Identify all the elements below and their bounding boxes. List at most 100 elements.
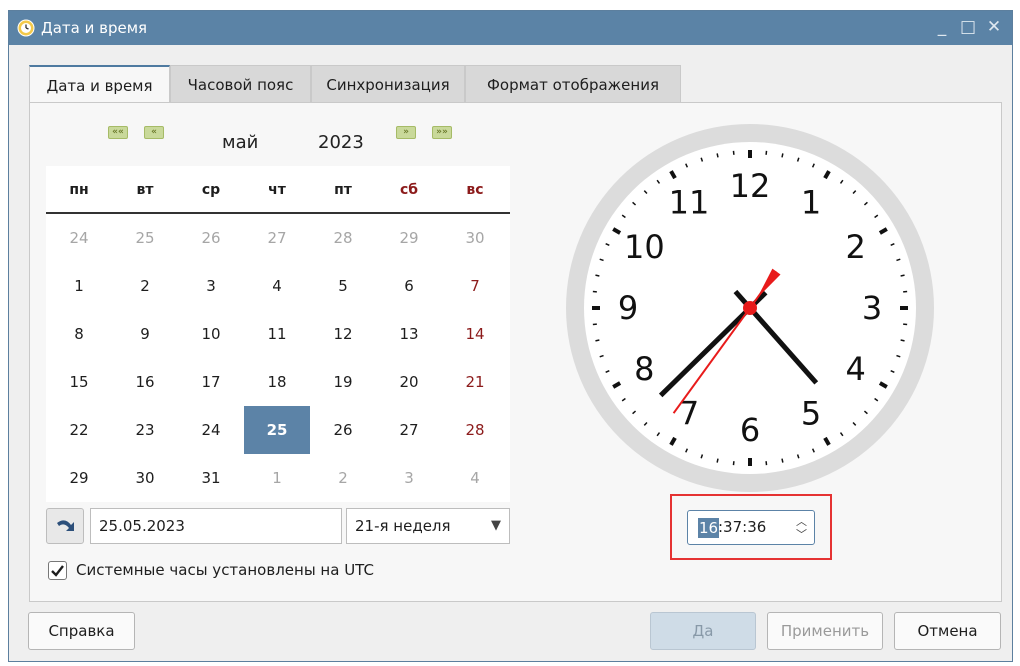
calendar-day[interactable]: 12 xyxy=(310,310,376,358)
titlebar[interactable]: Дата и время _ □ ✕ xyxy=(9,11,1012,45)
calendar-day[interactable]: 25 xyxy=(244,406,310,454)
weekday-label: вс xyxy=(466,182,484,198)
calendar-day[interactable]: 24 xyxy=(178,406,244,454)
minute-tick xyxy=(900,274,905,277)
checkmark-icon xyxy=(51,565,64,577)
calendar-day[interactable]: 30 xyxy=(112,454,178,502)
clock-number: 11 xyxy=(669,183,710,221)
utc-checkbox-label[interactable]: Системные часы установлены на UTC xyxy=(76,561,374,579)
clock-number: 6 xyxy=(740,411,760,449)
clock-number: 12 xyxy=(730,167,771,205)
clock-app-icon xyxy=(17,19,35,37)
clock-number: 5 xyxy=(801,395,821,433)
calendar-day[interactable]: 29 xyxy=(376,214,442,262)
clock-number: 8 xyxy=(634,350,654,388)
calendar-day[interactable]: 28 xyxy=(442,406,508,454)
calendar-day[interactable]: 30 xyxy=(442,214,508,262)
spin-down-icon[interactable]: ﹀ xyxy=(796,518,807,551)
calendar-day[interactable]: 31 xyxy=(178,454,244,502)
calendar-day[interactable]: 16 xyxy=(112,358,178,406)
calendar-day[interactable]: 3 xyxy=(376,454,442,502)
help-button[interactable]: Справка xyxy=(28,612,135,650)
time-spinbox[interactable]: 16 :37:36 ︿ ﹀ xyxy=(687,510,815,545)
week-select-value: 21-я неделя xyxy=(355,517,451,535)
window-title: Дата и время xyxy=(41,19,148,37)
weekday-header: пн вт ср чт пт сб вс xyxy=(46,166,510,214)
tab-display-format[interactable]: Формат отображения xyxy=(465,65,681,103)
apply-button[interactable]: Применить xyxy=(767,612,883,650)
prev-year-button[interactable]: «« xyxy=(108,126,128,139)
cancel-button[interactable]: Отмена xyxy=(894,612,1001,650)
calendar-day[interactable]: 4 xyxy=(244,262,310,310)
calendar-day[interactable]: 10 xyxy=(178,310,244,358)
calendar-day[interactable]: 1 xyxy=(244,454,310,502)
calendar-day[interactable]: 9 xyxy=(112,310,178,358)
weekday-label: ср xyxy=(201,182,221,198)
clock-center-pin xyxy=(743,301,757,315)
minimize-button[interactable]: _ xyxy=(931,17,953,37)
calendar-day[interactable]: 4 xyxy=(442,454,508,502)
calendar-day[interactable]: 22 xyxy=(46,406,112,454)
clock-number: 4 xyxy=(845,350,865,388)
calendar-day[interactable]: 5 xyxy=(310,262,376,310)
calendar-day[interactable]: 17 xyxy=(178,358,244,406)
chevron-down-icon: ▼ xyxy=(491,518,501,533)
calendar-day[interactable]: 20 xyxy=(376,358,442,406)
weekday-label: пн xyxy=(69,182,89,198)
weekday-label: сб xyxy=(399,182,419,198)
weekday-label: пт xyxy=(334,182,352,198)
prev-month-button[interactable]: « xyxy=(144,126,164,139)
calendar-day[interactable]: 1 xyxy=(46,262,112,310)
calendar-day[interactable]: 13 xyxy=(376,310,442,358)
tab-timezone[interactable]: Часовой пояс xyxy=(170,65,311,103)
calendar-day[interactable]: 8 xyxy=(46,310,112,358)
calendar-day[interactable]: 29 xyxy=(46,454,112,502)
today-button[interactable] xyxy=(46,508,84,544)
weekday-label: вт xyxy=(136,182,154,198)
calendar-day[interactable]: 7 xyxy=(442,262,508,310)
time-minutes-seconds[interactable]: :37:36 xyxy=(718,511,766,544)
analog-clock: 12 1 2 3 4 5 6 7 8 9 10 11 xyxy=(566,124,934,496)
calendar-day[interactable]: 26 xyxy=(178,214,244,262)
calendar-day[interactable]: 18 xyxy=(244,358,310,406)
calendar-day[interactable]: 14 xyxy=(442,310,508,358)
calendar-day[interactable]: 27 xyxy=(244,214,310,262)
calendar-day[interactable]: 2 xyxy=(310,454,376,502)
utc-checkbox[interactable] xyxy=(48,561,67,580)
clock-number: 9 xyxy=(618,289,638,327)
clock-number: 10 xyxy=(624,228,665,266)
calendar-day[interactable]: 26 xyxy=(310,406,376,454)
month-label[interactable]: май xyxy=(222,132,258,153)
calendar-day[interactable]: 6 xyxy=(376,262,442,310)
calendar-day[interactable]: 19 xyxy=(310,358,376,406)
analog-clock-face: 12 1234567891011 xyxy=(566,124,934,492)
maximize-button[interactable]: □ xyxy=(957,17,979,37)
ok-button[interactable]: Да xyxy=(650,612,756,650)
clock-number: 3 xyxy=(862,289,882,327)
clock-number: 2 xyxy=(845,228,865,266)
time-hours-segment[interactable]: 16 xyxy=(698,518,720,538)
calendar-day[interactable]: 24 xyxy=(46,214,112,262)
next-month-button[interactable]: » xyxy=(396,126,416,139)
calendar-day[interactable]: 15 xyxy=(46,358,112,406)
calendar-day[interactable]: 27 xyxy=(376,406,442,454)
calendar-day[interactable]: 11 xyxy=(244,310,310,358)
close-button[interactable]: ✕ xyxy=(983,17,1005,37)
week-select[interactable]: 21-я неделя ▼ xyxy=(346,508,510,544)
calendar-day[interactable]: 25 xyxy=(112,214,178,262)
tab-date-time[interactable]: Дата и время xyxy=(29,65,170,103)
minute-tick xyxy=(716,153,719,158)
date-field[interactable]: 25.05.2023 xyxy=(90,508,342,544)
next-year-button[interactable]: »» xyxy=(432,126,452,139)
calendar-day[interactable]: 23 xyxy=(112,406,178,454)
year-label[interactable]: 2023 xyxy=(318,132,364,153)
tab-synchronization[interactable]: Синхронизация xyxy=(311,65,465,103)
minute-tick xyxy=(781,458,784,463)
calendar-day[interactable]: 3 xyxy=(178,262,244,310)
calendar-day[interactable]: 28 xyxy=(310,214,376,262)
calendar-day[interactable]: 2 xyxy=(112,262,178,310)
minute-tick xyxy=(595,339,600,342)
calendar-day[interactable]: 21 xyxy=(442,358,508,406)
minute-tick xyxy=(716,458,719,463)
weekday-label: чт xyxy=(268,182,286,198)
